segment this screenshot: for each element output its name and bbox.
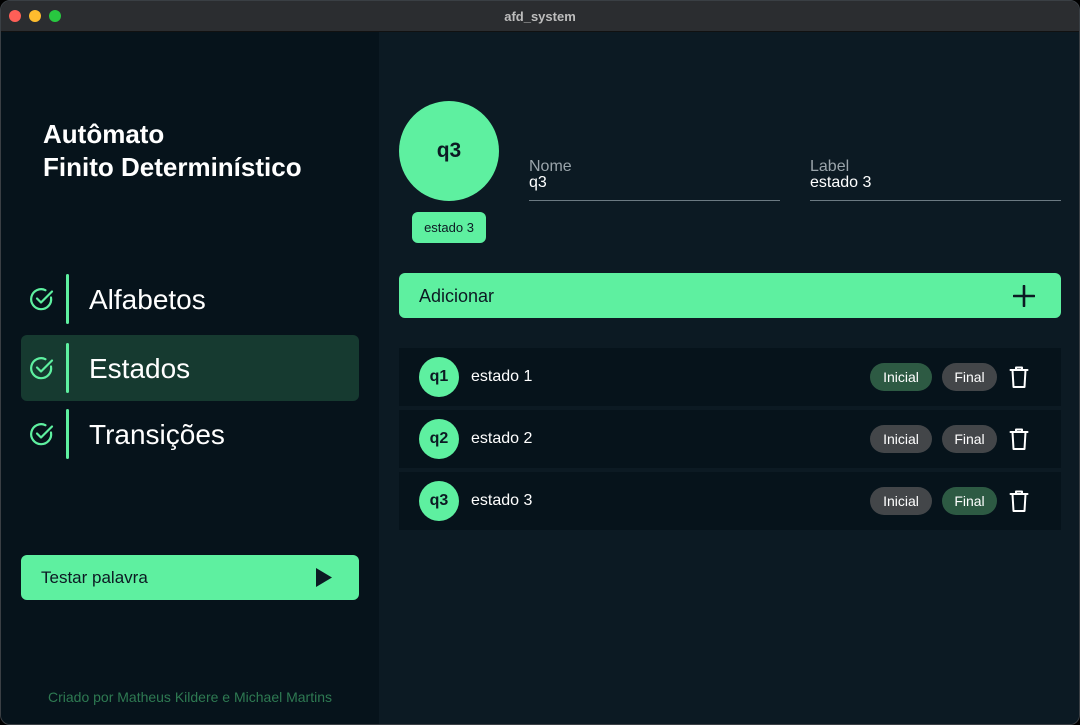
credits-text: Criado por Matheus Kildere e Michael Mar… (47, 689, 332, 705)
window-title: afd_system (504, 9, 576, 24)
play-icon (316, 568, 332, 587)
state-label: estado 2 (471, 430, 533, 447)
app-window: afd_system Autômato Finito Determinístic… (0, 0, 1080, 725)
trash-icon[interactable] (1009, 489, 1029, 513)
final-toggle[interactable]: Final (942, 487, 997, 515)
state-avatar: q1 (419, 357, 459, 397)
test-word-button[interactable]: Testar palavra (21, 555, 359, 600)
state-avatar: q3 (419, 481, 459, 521)
final-toggle[interactable]: Final (942, 425, 997, 453)
label-field: Label (810, 158, 1061, 201)
sidebar-item-alfabetos[interactable]: Alfabetos (21, 266, 359, 332)
sidebar: Autômato Finito Determinístico Alfabetos… (1, 32, 379, 724)
trash-icon[interactable] (1009, 365, 1029, 389)
state-label: estado 1 (471, 368, 533, 385)
final-toggle[interactable]: Final (942, 363, 997, 391)
state-row[interactable]: q1 estado 1 Inicial Final (399, 348, 1061, 406)
title-bar: afd_system (1, 1, 1079, 32)
name-field: Nome (529, 158, 780, 201)
sidebar-item-transicoes[interactable]: Transições (21, 401, 359, 467)
state-avatar: q2 (419, 419, 459, 459)
nav-divider (66, 274, 69, 324)
add-state-button-label: Adicionar (419, 286, 495, 306)
sidebar-item-estados[interactable]: Estados (21, 335, 359, 401)
check-circle-icon (30, 357, 54, 380)
test-word-button-label: Testar palavra (41, 568, 148, 587)
selected-state-avatar: q3 (399, 101, 499, 201)
nav-divider (66, 409, 69, 459)
app-title-line1: Autômato (43, 119, 165, 149)
trash-icon[interactable] (1009, 427, 1029, 451)
sidebar-item-label: Alfabetos (89, 284, 206, 315)
add-state-button[interactable]: Adicionar (399, 273, 1061, 318)
state-row[interactable]: q3 estado 3 Inicial Final (399, 472, 1061, 530)
plus-icon (1013, 285, 1035, 307)
name-input[interactable] (529, 174, 780, 192)
label-input[interactable] (810, 174, 1061, 192)
initial-toggle[interactable]: Inicial (870, 363, 932, 391)
sidebar-item-label: Transições (89, 419, 225, 450)
nav-divider (66, 343, 69, 393)
initial-toggle[interactable]: Inicial (870, 425, 932, 453)
sidebar-item-label: Estados (89, 353, 191, 384)
check-circle-icon (30, 288, 54, 311)
app-title-line2: Finito Determinístico (43, 152, 302, 182)
selected-state-label-chip: estado 3 (412, 212, 486, 243)
app-title: Autômato Finito Determinístico (43, 118, 302, 184)
state-label: estado 3 (471, 492, 533, 509)
check-circle-icon (30, 423, 54, 446)
initial-toggle[interactable]: Inicial (870, 487, 932, 515)
main-panel: q3 estado 3 Nome Label Adicionar q1 esta… (379, 32, 1079, 724)
state-row[interactable]: q2 estado 2 Inicial Final (399, 410, 1061, 468)
